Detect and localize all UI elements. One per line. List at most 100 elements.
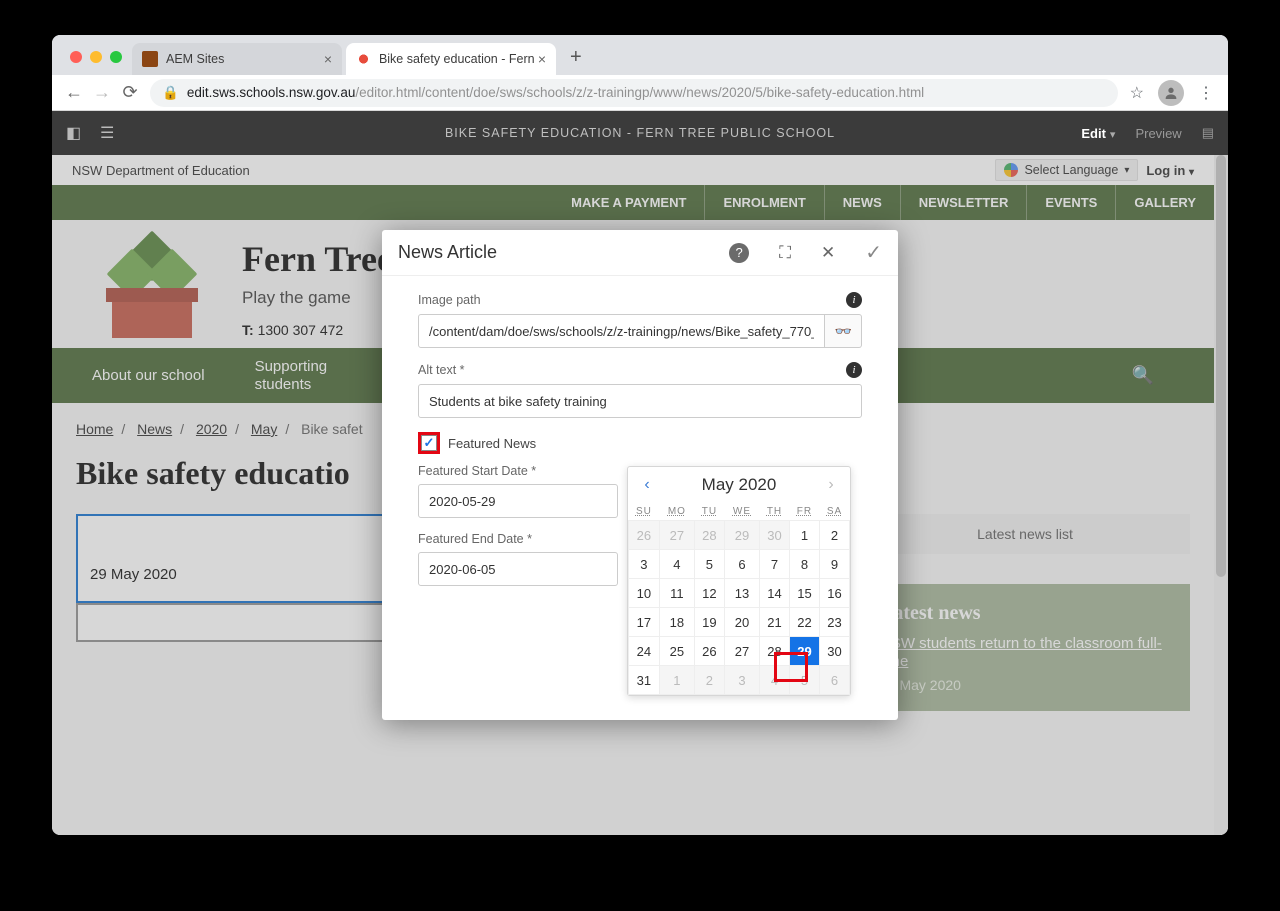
side-panel-icon[interactable]: ◧ — [66, 123, 88, 143]
info-icon[interactable]: i — [846, 292, 862, 308]
nav-enrolment[interactable]: ENROLMENT — [704, 185, 823, 220]
nav-newsletter[interactable]: NEWSLETTER — [900, 185, 1027, 220]
page-properties-icon[interactable]: ☰ — [100, 123, 122, 143]
calendar-day[interactable]: 7 — [760, 550, 790, 579]
nav-supporting[interactable]: Supporting students — [255, 358, 355, 394]
fullscreen-icon[interactable]: ⛶ — [779, 243, 791, 263]
profile-icon[interactable] — [1158, 80, 1184, 106]
calendar-day[interactable]: 30 — [760, 521, 790, 550]
calendar-day[interactable]: 11 — [659, 579, 694, 608]
minimize-window-button[interactable] — [90, 51, 102, 63]
calendar-day[interactable]: 4 — [760, 666, 790, 695]
close-icon[interactable]: ✕ — [821, 243, 835, 263]
prev-month-button[interactable]: ‹ — [638, 476, 656, 494]
calendar-day[interactable]: 6 — [724, 550, 759, 579]
help-icon[interactable]: ? — [729, 243, 749, 263]
calendar-day[interactable]: 13 — [724, 579, 759, 608]
calendar-day[interactable]: 26 — [629, 521, 660, 550]
calendar-day[interactable]: 5 — [694, 550, 724, 579]
calendar-day[interactable]: 31 — [629, 666, 660, 695]
calendar-dow: TU — [694, 503, 724, 521]
forward-button[interactable]: → — [88, 82, 116, 103]
calendar-day[interactable]: 17 — [629, 608, 660, 637]
calendar-dow: MO — [659, 503, 694, 521]
calendar-day[interactable]: 3 — [629, 550, 660, 579]
info-icon[interactable]: i — [846, 362, 862, 378]
calendar-day[interactable]: 22 — [789, 608, 819, 637]
nav-gallery[interactable]: GALLERY — [1115, 185, 1214, 220]
close-tab-icon[interactable]: × — [538, 51, 546, 67]
url-field[interactable]: 🔒 edit.sws.schools.nsw.gov.au/editor.htm… — [150, 79, 1118, 107]
calendar-day[interactable]: 1 — [659, 666, 694, 695]
nav-payment[interactable]: MAKE A PAYMENT — [553, 185, 704, 220]
end-date-field[interactable] — [418, 552, 618, 586]
calendar-day[interactable]: 29 — [789, 637, 819, 666]
latest-news-link[interactable]: NSW students return to the classroom ful… — [880, 635, 1162, 670]
calendar-day[interactable]: 28 — [694, 521, 724, 550]
preview-button[interactable]: Preview — [1135, 126, 1181, 141]
annotate-icon[interactable]: ▤ — [1202, 125, 1214, 141]
calendar-day[interactable]: 14 — [760, 579, 790, 608]
maximize-window-button[interactable] — [110, 51, 122, 63]
binoculars-icon: 👓 — [834, 323, 851, 340]
calendar-day[interactable]: 21 — [760, 608, 790, 637]
calendar-day[interactable]: 28 — [760, 637, 790, 666]
calendar-day[interactable]: 10 — [629, 579, 660, 608]
crumb-year[interactable]: 2020 — [196, 421, 227, 437]
calendar-day[interactable]: 20 — [724, 608, 759, 637]
calendar-day[interactable]: 5 — [789, 666, 819, 695]
browser-tab-inactive[interactable]: AEM Sites × — [132, 43, 342, 75]
alt-text-field[interactable] — [418, 384, 862, 418]
calendar-day[interactable]: 27 — [659, 521, 694, 550]
calendar-day[interactable]: 12 — [694, 579, 724, 608]
close-window-button[interactable] — [70, 51, 82, 63]
close-tab-icon[interactable]: × — [324, 51, 332, 67]
submit-icon[interactable]: ✓ — [865, 240, 882, 265]
calendar-day[interactable]: 25 — [659, 637, 694, 666]
department-label: NSW Department of Education — [72, 163, 250, 178]
calendar-day[interactable]: 2 — [694, 666, 724, 695]
edit-mode-selector[interactable]: Edit▾ — [1081, 126, 1115, 141]
crumb-month[interactable]: May — [251, 421, 277, 437]
start-date-field[interactable] — [418, 484, 618, 518]
calendar-day[interactable]: 18 — [659, 608, 694, 637]
bookmark-icon[interactable]: ☆ — [1130, 83, 1144, 103]
calendar-day[interactable]: 26 — [694, 637, 724, 666]
end-date-label: Featured End Date * — [418, 532, 532, 546]
image-path-field[interactable] — [418, 314, 825, 348]
crumb-news[interactable]: News — [137, 421, 172, 437]
calendar-day[interactable]: 19 — [694, 608, 724, 637]
nav-news[interactable]: NEWS — [824, 185, 900, 220]
nav-events[interactable]: EVENTS — [1026, 185, 1115, 220]
menu-icon[interactable]: ⋮ — [1198, 83, 1214, 103]
latest-news-heading: Latest news — [880, 602, 1170, 625]
login-link[interactable]: Log in ▾ — [1146, 163, 1194, 178]
calendar-day[interactable]: 24 — [629, 637, 660, 666]
calendar-day[interactable]: 29 — [724, 521, 759, 550]
new-tab-button[interactable]: + — [560, 46, 592, 75]
calendar-day[interactable]: 8 — [789, 550, 819, 579]
nav-about[interactable]: About our school — [92, 367, 205, 384]
back-button[interactable]: ← — [60, 82, 88, 103]
calendar-day[interactable]: 15 — [789, 579, 819, 608]
language-selector[interactable]: Select Language▾ — [995, 159, 1138, 181]
calendar-day[interactable]: 6 — [819, 666, 849, 695]
browser-tab-bar: AEM Sites × Bike safety education - Fern… — [52, 35, 1228, 75]
crumb-home[interactable]: Home — [76, 421, 113, 437]
reload-button[interactable]: ⟳ — [116, 82, 144, 103]
calendar-day[interactable]: 27 — [724, 637, 759, 666]
featured-news-checkbox[interactable]: ✓ — [421, 435, 437, 451]
page-scrollbar[interactable] — [1214, 155, 1228, 835]
browse-button[interactable]: 👓 — [825, 314, 862, 348]
calendar-day[interactable]: 3 — [724, 666, 759, 695]
calendar-day[interactable]: 1 — [789, 521, 819, 550]
calendar-day[interactable]: 16 — [819, 579, 849, 608]
next-month-button[interactable]: › — [822, 476, 840, 494]
calendar-day[interactable]: 2 — [819, 521, 849, 550]
search-icon[interactable]: 🔍 — [1132, 365, 1154, 386]
calendar-day[interactable]: 23 — [819, 608, 849, 637]
calendar-day[interactable]: 9 — [819, 550, 849, 579]
browser-tab-active[interactable]: Bike safety education - Fern Tr × — [346, 43, 556, 75]
calendar-day[interactable]: 4 — [659, 550, 694, 579]
calendar-day[interactable]: 30 — [819, 637, 849, 666]
